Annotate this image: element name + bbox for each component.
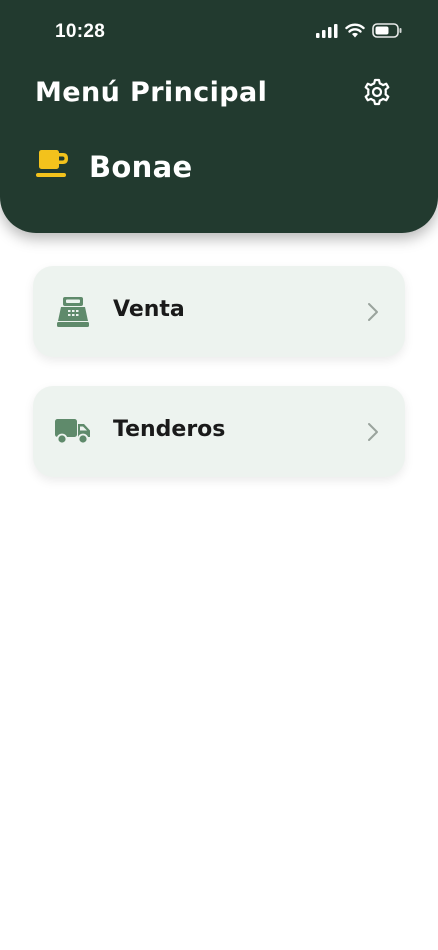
chevron-right-icon — [367, 302, 379, 322]
menu-item-label: Venta — [113, 297, 185, 322]
menu-item-tenderos[interactable]: Tenderos — [33, 386, 405, 477]
menu-item-label: Tenderos — [113, 417, 226, 442]
store-info: Bonae — [36, 148, 192, 185]
signal-icon — [316, 23, 338, 43]
settings-button[interactable] — [360, 77, 394, 111]
coffee-cup-icon — [36, 148, 70, 185]
status-time: 10:28 — [55, 21, 106, 42]
main-menu-screen: 10:28 Menú Principal Bonae Venta Tendero… — [0, 0, 438, 950]
gear-icon — [363, 78, 391, 111]
chevron-right-icon — [367, 422, 379, 442]
menu-item-venta[interactable]: Venta — [33, 266, 405, 357]
store-name: Bonae — [89, 149, 193, 184]
wifi-icon — [345, 23, 365, 43]
cash-register-icon — [55, 294, 91, 330]
status-icons — [316, 23, 402, 43]
status-bar: 10:28 — [0, 0, 438, 64]
truck-icon — [55, 414, 91, 450]
page-title: Menú Principal — [35, 77, 268, 108]
header: 10:28 Menú Principal Bonae — [0, 0, 438, 233]
battery-icon — [372, 23, 402, 43]
